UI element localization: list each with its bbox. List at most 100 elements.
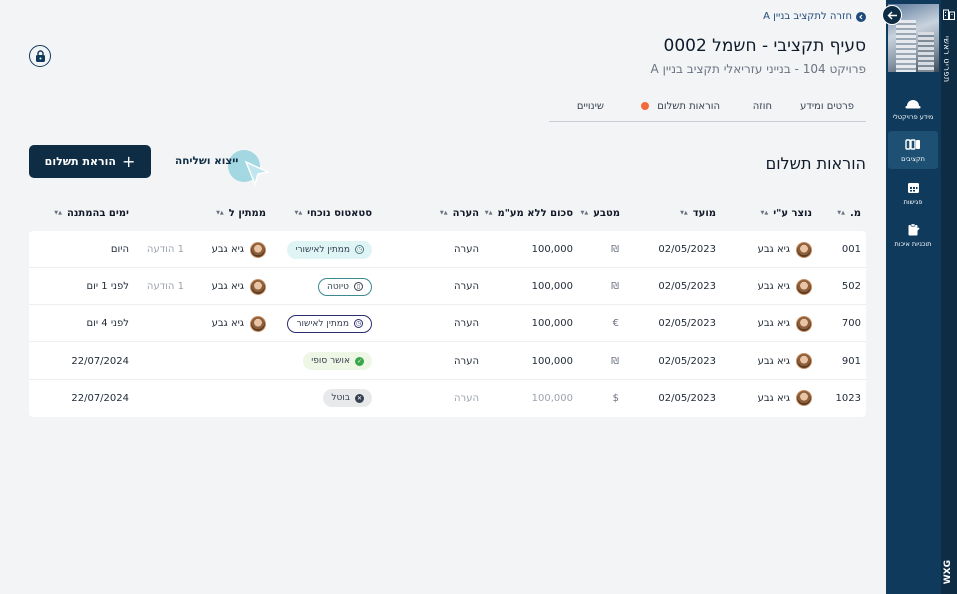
table-row[interactable]: 901 גיא גבע 02/05/2023 ₪ 100,000 הערה ✓ אושר סו… (29, 343, 866, 380)
cell-days-waiting: היום (110, 244, 129, 255)
cell-id: 901 (841, 355, 861, 367)
cell-creator: גיא גבע (758, 380, 812, 417)
back-to-budget-link[interactable]: חזרה לתקציב בניין A (763, 11, 866, 22)
table-row[interactable]: 001 גיא גבע 02/05/2023 ₪ 100,000 הערה ◷ ממתין ל… (29, 231, 866, 268)
avatar (796, 390, 812, 407)
col-currency[interactable]: מטבע ▲▼ (581, 208, 621, 219)
collapse-sidebar-button[interactable] (882, 5, 902, 25)
cell-days-waiting: 22/07/2024 (71, 355, 129, 367)
sort-icon: ▲▼ (760, 210, 769, 216)
avatar (796, 353, 812, 370)
tabs-bar: פרטים ומידע חוזה הוראות תשלום שינויים (549, 98, 866, 122)
status-badge: ◷ ממתין לאישורי (287, 240, 372, 259)
lock-button[interactable] (29, 45, 51, 67)
cell-status: ◷ ממתין לאישור (287, 305, 372, 342)
section-title: הוראות תשלום (765, 154, 866, 173)
cell-days-waiting: לפני 4 יום (86, 318, 129, 330)
sort-icon: ▲▼ (484, 210, 493, 216)
cell-days-waiting: 22/07/2024 (71, 392, 129, 404)
table-row[interactable]: 700 גיא גבע 02/05/2023 €100,000 הערה ◷ ממתין ל… (29, 305, 866, 343)
cell-notice[interactable]: 1 הודעה (147, 231, 184, 268)
export-send-button[interactable]: ייצוא ושליחה (175, 155, 238, 167)
status-icon: ◷ (354, 319, 363, 329)
col-note[interactable]: הערה ▲▼ (440, 208, 479, 219)
sidebar-item-label: פגישות (903, 197, 923, 206)
cell-date: 02/05/2023 (658, 355, 716, 367)
main-content: חזרה לתקציב בניין A סעיף תקציבי - חשמל 0… (0, 0, 886, 594)
tab-contract[interactable]: חוזה (753, 101, 772, 112)
status-badge: ◷ ממתין לאישור (287, 314, 372, 333)
cell-note: הערה (454, 244, 479, 255)
cell-waiting-for: גיא גבע (212, 231, 266, 268)
main-menu-label: תפריט ראשי (942, 36, 951, 83)
chevron-left-icon (856, 11, 866, 22)
sidebar-item-meetings[interactable]: פגישות (888, 174, 938, 212)
cell-id: 700 (841, 318, 861, 330)
plus-icon: + (121, 151, 136, 171)
cell-days-waiting: לפני 1 יום (86, 281, 129, 293)
col-status[interactable]: סטאטוס נוכחי ▲▼ (294, 208, 372, 219)
tab-changes[interactable]: שינויים (577, 101, 604, 112)
cell-note: הערה (454, 355, 479, 367)
cell-date: 02/05/2023 (658, 281, 716, 293)
sidebar-item-project-info[interactable]: מידע פרויקטלי (888, 90, 938, 128)
cell-id: 1023 (835, 392, 861, 404)
cell-amount: 100,000 (531, 318, 573, 330)
cell-note: הערה (454, 281, 479, 293)
cell-status: ▯ טיוטה (317, 268, 372, 305)
cell-currency: ₪ (611, 355, 619, 367)
cell-note: הערה (454, 392, 479, 404)
sort-icon: ▲▼ (294, 210, 303, 216)
status-badge: ✓ אושר סופי (303, 352, 372, 371)
table-row[interactable]: 1023 גיא גבע 02/05/2023 $100,000 הערה ✕ בוטל 22… (29, 380, 866, 417)
sort-icon: ▲▼ (216, 210, 224, 216)
cell-amount: 100,000 (531, 355, 573, 367)
cell-currency: $ (612, 392, 619, 404)
col-id[interactable]: מ. ▲▼ (837, 208, 861, 219)
col-date[interactable]: מועד ▲▼ (680, 208, 716, 219)
sort-icon: ▲▼ (680, 210, 688, 216)
cell-status: ◷ ממתין לאישורי (287, 231, 372, 268)
cell-notice[interactable]: 1 הודעה (147, 268, 184, 305)
avatar (250, 278, 266, 295)
sidebar-item-quality-plans[interactable]: תוכניות איכות (888, 216, 938, 254)
col-amount[interactable]: סכום ללא מע"מ ▲▼ (485, 208, 573, 219)
cell-currency: € (612, 318, 619, 330)
page-title: סעיף תקציבי - חשמל 0002 (663, 36, 866, 56)
tab-payment-orders[interactable]: הוראות תשלום (641, 101, 720, 112)
cell-creator: גיא גבע (758, 305, 812, 342)
sidebar-item-label: מידע פרויקטלי (892, 113, 934, 121)
brand-logo: WXG (943, 559, 953, 584)
col-creator[interactable]: נוצר ע"י ▲▼ (760, 208, 812, 219)
back-link-label: חזרה לתקציב בניין A (763, 11, 852, 22)
cell-waiting-for: גיא גבע (212, 305, 266, 342)
cell-amount: 100,000 (531, 392, 573, 404)
sidebar-item-budgets[interactable]: תקציבים (888, 131, 938, 169)
sidebar-item-label: תוכניות איכות (894, 239, 932, 248)
cell-date: 02/05/2023 (658, 318, 716, 330)
cell-amount: 100,000 (531, 281, 573, 293)
main-menu-rail[interactable]: תפריט ראשי WXG (941, 0, 957, 594)
add-payment-order-button[interactable]: + הוראת תשלום (29, 145, 151, 178)
status-icon: ✕ (355, 393, 364, 403)
cell-creator: גיא גבע (758, 268, 812, 305)
sidebar: מידע פרויקטלי תקציבים פגישות תוכניות איכ… (882, 0, 941, 594)
payment-orders-table: 001 גיא גבע 02/05/2023 ₪ 100,000 הערה ◷ ממתין ל… (29, 231, 866, 417)
status-badge: ✕ בוטל (323, 389, 372, 408)
add-button-label: הוראת תשלום (44, 155, 116, 168)
table-row[interactable]: 502 גיא גבע 02/05/2023 ₪ 100,000 הערה ▯ טיוטה גי… (29, 268, 866, 306)
sidebar-item-label: תקציבים (901, 154, 925, 163)
mouse-pointer-icon (244, 160, 270, 186)
cell-currency: ₪ (611, 281, 619, 293)
avatar (796, 278, 812, 295)
budget-icon (905, 138, 920, 150)
col-waiting-for[interactable]: ממתין ל ▲▼ (216, 208, 266, 219)
col-days-waiting[interactable]: ימים בהמתנה ▲▼ (54, 208, 129, 219)
tab-details[interactable]: פרטים ומידע (800, 101, 854, 112)
cell-creator: גיא גבע (758, 231, 812, 268)
calendar-icon (907, 182, 919, 193)
lock-icon (35, 50, 45, 62)
cell-currency: ₪ (611, 244, 619, 255)
status-icon: ▯ (354, 282, 363, 292)
arrow-left-icon (887, 11, 897, 19)
